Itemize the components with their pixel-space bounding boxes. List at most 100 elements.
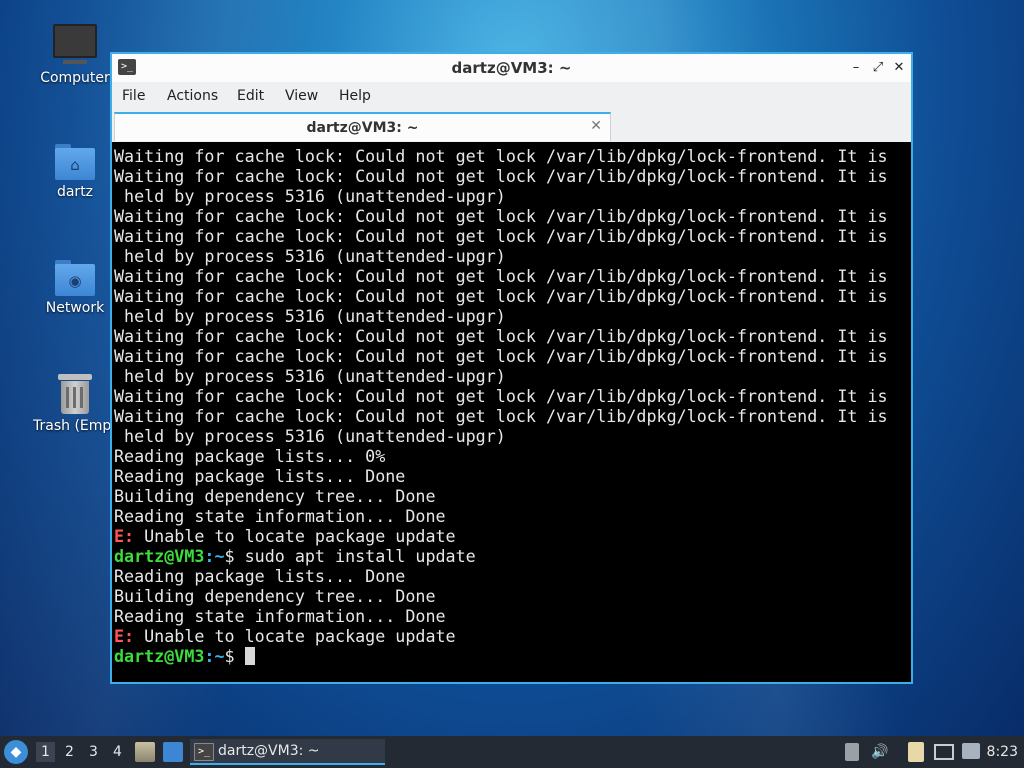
terminal-line: held by process 5316 (unattended-upgr) [114, 246, 911, 266]
output-text: held by process 5316 (unattended-upgr) [114, 246, 506, 266]
terminal-line: Waiting for cache lock: Could not get lo… [114, 386, 911, 406]
tab-label: dartz@VM3: ~ [306, 120, 419, 136]
maximize-icon[interactable]: ⤢ [869, 59, 887, 77]
output-text: Reading state information... Done [114, 506, 446, 526]
output-text: Reading package lists... 0% [114, 446, 386, 466]
terminal-line: Building dependency tree... Done [114, 486, 911, 506]
terminal-cursor [244, 647, 255, 665]
prompt-user: dartz@VM3 [114, 546, 205, 566]
taskbar-task-terminal[interactable]: >_ dartz@VM3: ~ [190, 739, 385, 765]
desktop-icon-label: Trash (Empty) [33, 418, 117, 434]
network-status-icon[interactable] [934, 744, 954, 760]
output-text: Waiting for cache lock: Could not get lo… [114, 226, 888, 246]
start-menu-icon[interactable]: ◆ [4, 740, 28, 764]
terminal-line: Waiting for cache lock: Could not get lo… [114, 226, 911, 246]
file-manager-launcher-icon[interactable] [135, 742, 155, 762]
computer-icon [53, 24, 97, 64]
updates-icon[interactable] [845, 743, 859, 761]
network-folder-icon: ◉ [55, 260, 95, 296]
prompt-user: dartz@VM3 [114, 646, 205, 666]
error-prefix: E: [114, 526, 135, 546]
terminal-line: Waiting for cache lock: Could not get lo… [114, 146, 911, 166]
terminal-line: Reading package lists... 0% [114, 446, 911, 466]
notifications-icon[interactable] [962, 743, 980, 759]
output-text: Building dependency tree... Done [114, 486, 436, 506]
menu-edit[interactable]: Edit [237, 88, 264, 104]
task-label: dartz@VM3: ~ [218, 743, 320, 759]
desktop-icon-label: Network [45, 300, 105, 316]
desktop-icon-label: Computer [40, 70, 110, 86]
window-titlebar[interactable]: >_ dartz@VM3: ~ – ⤢ ✕ [112, 54, 911, 82]
prompt-symbol: $ [224, 646, 245, 666]
output-text: Waiting for cache lock: Could not get lo… [114, 326, 888, 346]
show-desktop-icon[interactable] [163, 742, 183, 762]
terminal-line: Waiting for cache lock: Could not get lo… [114, 206, 911, 226]
terminal-line: Reading state information... Done [114, 506, 911, 526]
terminal-text: Waiting for cache lock: Could not get lo… [112, 142, 911, 666]
terminal-line: held by process 5316 (unattended-upgr) [114, 186, 911, 206]
menu-actions[interactable]: Actions [167, 88, 218, 104]
output-text: Reading package lists... Done [114, 566, 406, 586]
terminal-line: Waiting for cache lock: Could not get lo… [114, 266, 911, 286]
desktop-icon-label: dartz [56, 184, 94, 200]
terminal-line: Reading state information... Done [114, 606, 911, 626]
minimize-icon[interactable]: – [847, 59, 865, 77]
output-text: Waiting for cache lock: Could not get lo… [114, 166, 888, 186]
desktop-icon-network[interactable]: ◉ Network [27, 260, 123, 316]
terminal-line: Waiting for cache lock: Could not get lo… [114, 166, 911, 186]
menu-help[interactable]: Help [339, 88, 371, 104]
terminal-line: held by process 5316 (unattended-upgr) [114, 426, 911, 446]
clipboard-icon[interactable] [908, 742, 924, 762]
volume-icon[interactable]: 🔊 [871, 744, 888, 760]
terminal-line: E: Unable to locate package update [114, 626, 911, 646]
output-text: held by process 5316 (unattended-upgr) [114, 186, 506, 206]
trash-icon [58, 374, 92, 414]
terminal-line: Reading package lists... Done [114, 566, 911, 586]
terminal-output[interactable]: Waiting for cache lock: Could not get lo… [112, 142, 911, 682]
taskbar: ◆ 1 2 3 4 >_ dartz@VM3: ~ 🔊 8:23 [0, 736, 1024, 768]
desktop-icon-trash[interactable]: Trash (Empty) [27, 374, 123, 434]
tab-terminal[interactable]: dartz@VM3: ~ ✕ [114, 112, 611, 141]
terminal-window: >_ dartz@VM3: ~ – ⤢ ✕ File Actions Edit … [110, 52, 913, 684]
workspace-4[interactable]: 4 [113, 744, 122, 760]
output-text: Waiting for cache lock: Could not get lo… [114, 406, 888, 426]
desktop-icon-home[interactable]: ⌂ dartz [27, 144, 123, 200]
output-text: held by process 5316 (unattended-upgr) [114, 426, 506, 446]
menu-bar: File Actions Edit View Help [112, 82, 911, 113]
terminal-line: held by process 5316 (unattended-upgr) [114, 306, 911, 326]
output-text: Waiting for cache lock: Could not get lo… [114, 266, 888, 286]
error-prefix: E: [114, 626, 135, 646]
terminal-line: Building dependency tree... Done [114, 586, 911, 606]
output-text: Unable to locate package update [134, 526, 456, 546]
terminal-line: Waiting for cache lock: Could not get lo… [114, 286, 911, 306]
command-text: sudo apt install update [244, 546, 476, 566]
terminal-line: E: Unable to locate package update [114, 526, 911, 546]
terminal-line: Reading package lists... Done [114, 466, 911, 486]
output-text: Waiting for cache lock: Could not get lo… [114, 206, 888, 226]
output-text: Unable to locate package update [134, 626, 456, 646]
clock[interactable]: 8:23 [987, 744, 1018, 760]
workspace-2[interactable]: 2 [65, 744, 74, 760]
prompt-path: :~ [204, 646, 225, 666]
output-text: Waiting for cache lock: Could not get lo… [114, 286, 888, 306]
desktop-icon-computer[interactable]: Computer [27, 24, 123, 86]
output-text: Reading state information... Done [114, 606, 446, 626]
close-icon[interactable]: ✕ [890, 59, 908, 77]
prompt-symbol: $ [224, 546, 245, 566]
tab-bar: dartz@VM3: ~ ✕ [112, 112, 911, 142]
prompt-path: :~ [204, 546, 225, 566]
window-title: dartz@VM3: ~ [451, 59, 572, 77]
menu-file[interactable]: File [122, 88, 145, 104]
output-text: held by process 5316 (unattended-upgr) [114, 306, 506, 326]
terminal-line: Waiting for cache lock: Could not get lo… [114, 346, 911, 366]
tab-close-icon[interactable]: ✕ [590, 118, 602, 134]
output-text: Reading package lists... Done [114, 466, 406, 486]
menu-view[interactable]: View [285, 88, 318, 104]
output-text: held by process 5316 (unattended-upgr) [114, 366, 506, 386]
workspace-1[interactable]: 1 [36, 742, 55, 762]
output-text: Waiting for cache lock: Could not get lo… [114, 346, 888, 366]
output-text: Building dependency tree... Done [114, 586, 436, 606]
workspace-3[interactable]: 3 [89, 744, 98, 760]
terminal-line: dartz@VM3:~$ [114, 646, 911, 666]
home-folder-icon: ⌂ [55, 144, 95, 180]
